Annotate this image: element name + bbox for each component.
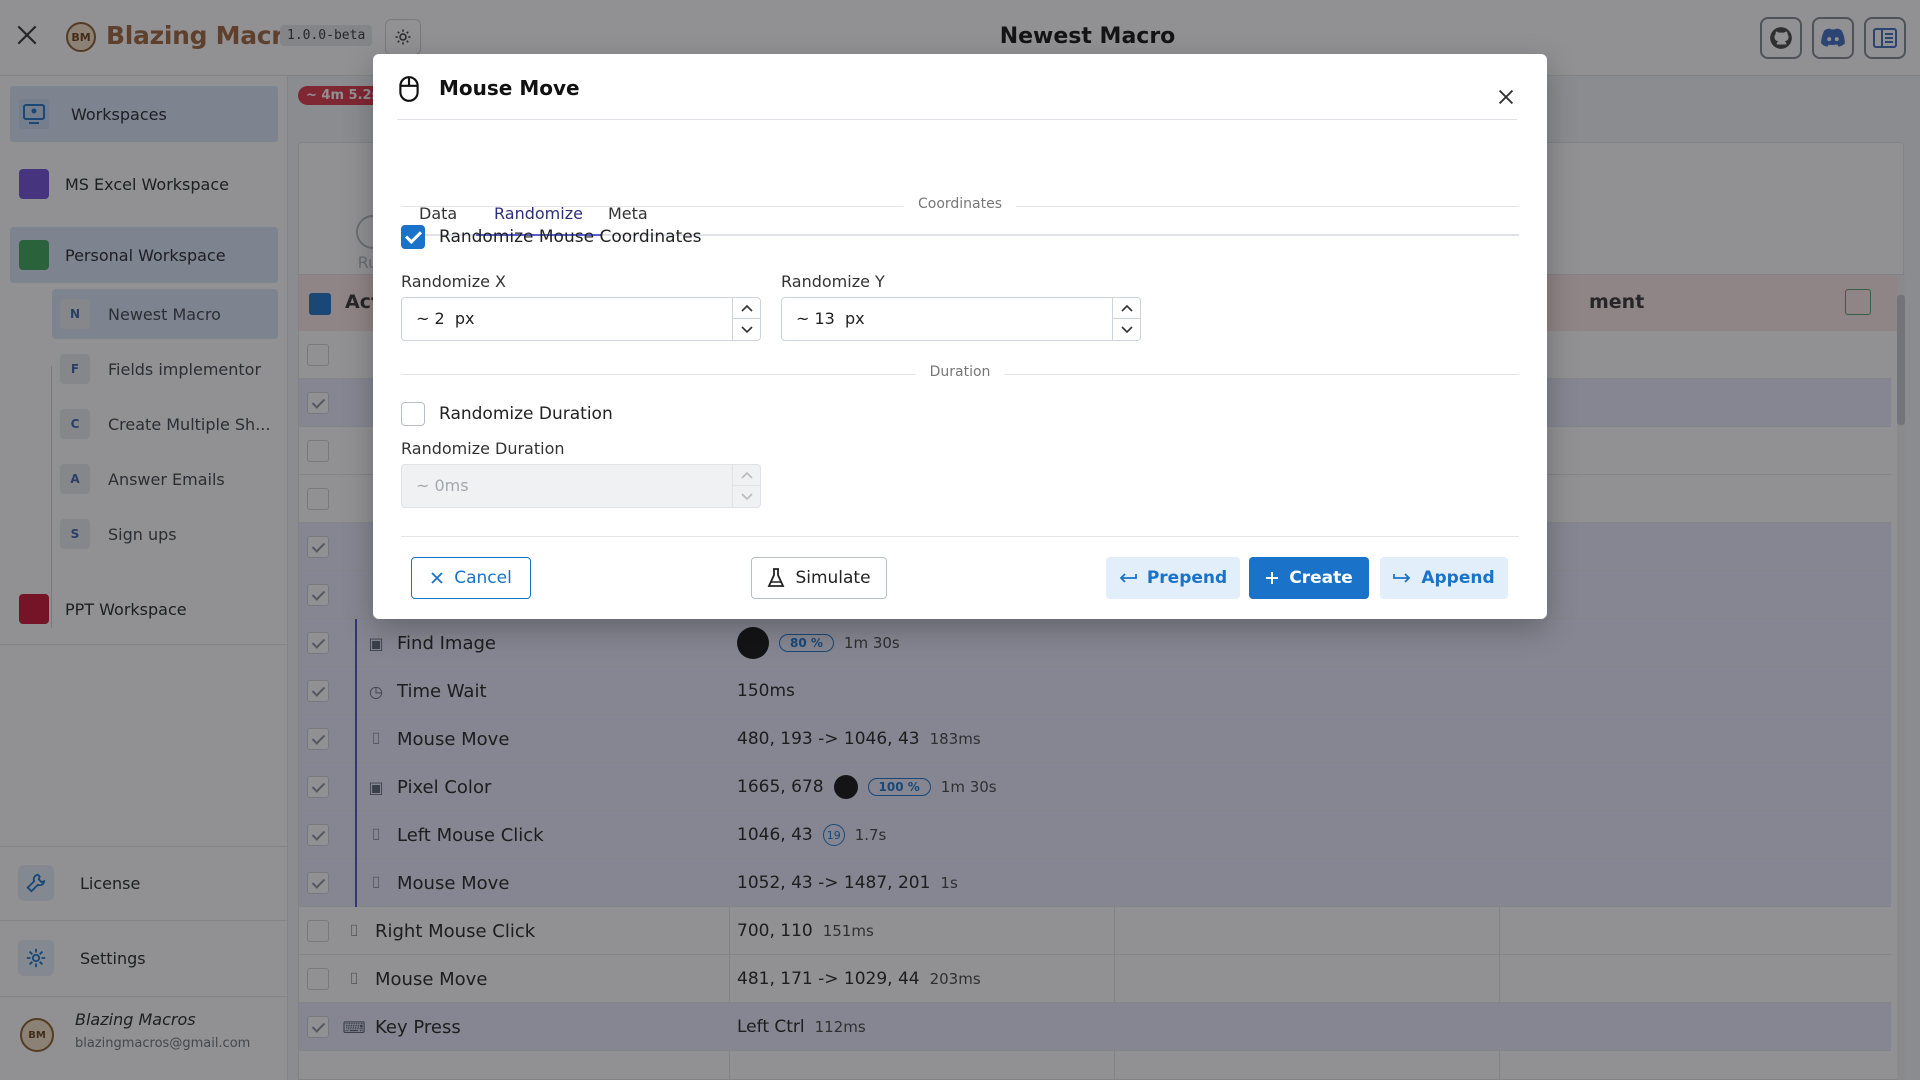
randomize-coordinates-checkbox[interactable] xyxy=(401,225,425,249)
randomize-y-label: Randomize Y xyxy=(781,272,885,291)
randomize-y-input[interactable]: ~ 13 px xyxy=(781,297,1141,341)
dialog-tabs: Data Randomize Meta xyxy=(401,136,1519,236)
button-label: Create xyxy=(1289,568,1353,588)
chevron-down-icon xyxy=(740,325,753,333)
number-stepper xyxy=(732,465,760,507)
prepend-button[interactable]: Prepend xyxy=(1106,557,1240,599)
chevron-up-icon xyxy=(1120,304,1133,312)
randomize-duration-checkbox[interactable] xyxy=(401,402,425,426)
input-value: ~ 0ms xyxy=(416,476,469,495)
randomize-x-label: Randomize X xyxy=(401,272,506,291)
button-label: Append xyxy=(1421,568,1495,588)
section-divider-duration: Duration xyxy=(401,364,1519,384)
checkbox-label: Randomize Mouse Coordinates xyxy=(439,227,702,247)
randomize-x-input[interactable]: ~ 2 px xyxy=(401,297,761,341)
increment-button[interactable] xyxy=(733,465,760,486)
plus-icon xyxy=(1266,572,1279,584)
decrement-button[interactable] xyxy=(733,486,760,507)
button-label: Simulate xyxy=(795,568,871,588)
flask-icon xyxy=(768,568,785,587)
section-divider-coordinates: Coordinates xyxy=(401,196,1519,216)
close-icon[interactable] xyxy=(1495,86,1517,108)
checkbox-label: Randomize Duration xyxy=(439,404,613,424)
append-button[interactable]: Append xyxy=(1380,557,1508,599)
mouse-icon xyxy=(399,76,419,102)
randomize-coordinates-toggle[interactable]: Randomize Mouse Coordinates xyxy=(401,224,702,250)
randomize-duration-toggle[interactable]: Randomize Duration xyxy=(401,401,613,427)
randomize-duration-label: Randomize Duration xyxy=(401,439,565,458)
cancel-button[interactable]: Cancel xyxy=(411,557,531,599)
chevron-down-icon xyxy=(1120,325,1133,333)
button-label: Cancel xyxy=(454,568,512,588)
simulate-button[interactable]: Simulate xyxy=(751,557,887,599)
increment-button[interactable] xyxy=(733,298,760,319)
chevron-up-icon xyxy=(740,304,753,312)
number-stepper xyxy=(1112,298,1140,340)
increment-button[interactable] xyxy=(1113,298,1140,319)
chevron-down-icon xyxy=(740,492,753,500)
dialog-title: Mouse Move xyxy=(439,76,580,100)
section-title: Duration xyxy=(915,364,1005,380)
input-value: ~ 2 px xyxy=(416,309,475,328)
button-label: Prepend xyxy=(1146,568,1228,588)
decrement-button[interactable] xyxy=(1113,319,1140,340)
arrow-right-icon xyxy=(1393,573,1411,583)
chevron-up-icon xyxy=(740,471,753,479)
mouse-move-dialog: Mouse Move Data Randomize Meta Coordinat… xyxy=(373,54,1547,619)
section-title: Coordinates xyxy=(903,196,1017,212)
create-button[interactable]: Create xyxy=(1249,557,1369,599)
close-icon xyxy=(431,572,443,584)
number-stepper xyxy=(732,298,760,340)
dialog-footer-divider xyxy=(401,536,1519,537)
input-value: ~ 13 px xyxy=(796,309,865,328)
decrement-button[interactable] xyxy=(733,319,760,340)
randomize-duration-input[interactable]: ~ 0ms xyxy=(401,464,761,508)
arrow-left-icon xyxy=(1119,573,1137,583)
dialog-header: Mouse Move xyxy=(397,54,1517,120)
